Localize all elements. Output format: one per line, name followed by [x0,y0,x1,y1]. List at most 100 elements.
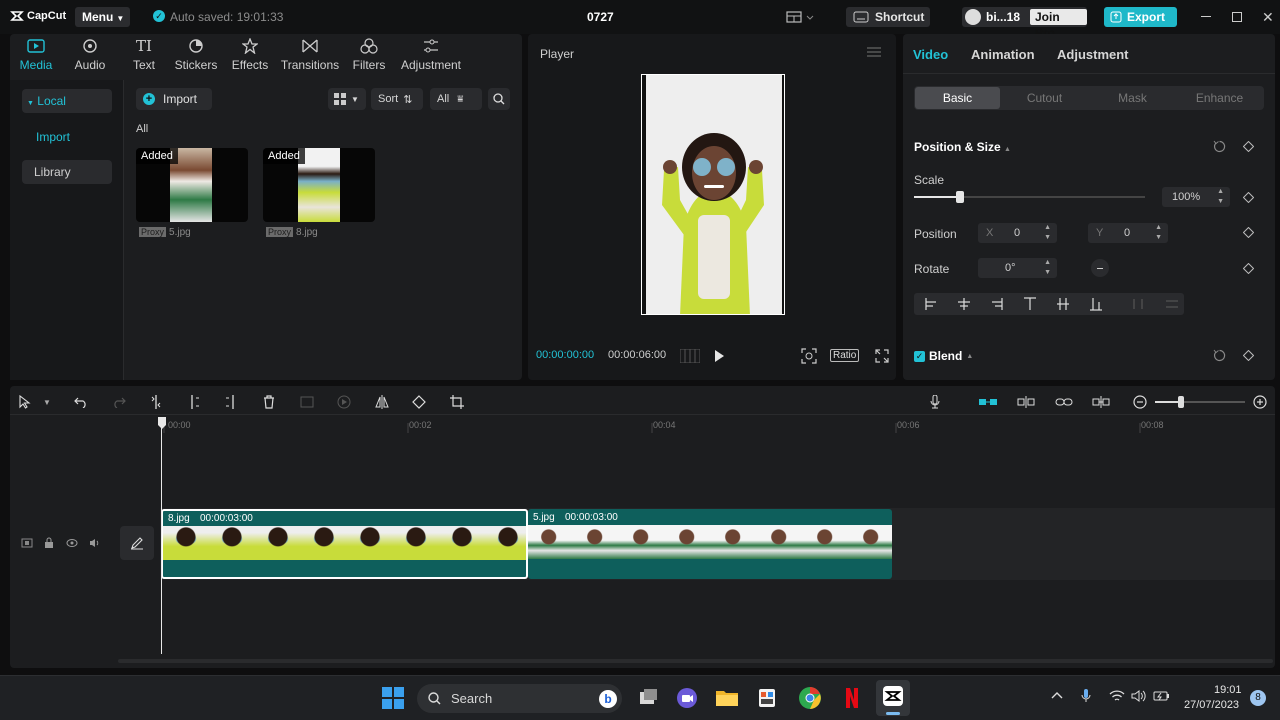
playhead-handle[interactable] [157,417,167,429]
close-icon[interactable]: ✕ [1262,9,1274,26]
zoom-out-icon[interactable] [1131,393,1149,411]
task-view-icon[interactable] [636,686,662,712]
position-x-input[interactable]: X0 ▲ ▼ [978,223,1057,243]
menu-button[interactable]: Menu ▼ [75,7,130,27]
shortcut-button[interactable]: Shortcut [846,7,930,27]
scale-value-input[interactable]: 100% ▲ ▼ [1162,187,1230,207]
minimize-icon[interactable] [1201,16,1211,17]
tab-transitions[interactable]: Transitions [280,36,340,76]
reset-icon[interactable] [1213,140,1226,153]
delete-icon[interactable] [260,393,278,411]
sidebar-item-local[interactable]: ▼ Local [22,89,112,113]
rotate-dial[interactable] [1091,259,1109,277]
auto-snap-icon[interactable] [1017,393,1035,411]
tab-text[interactable]: TI Text [118,36,170,76]
import-button[interactable]: + Import [136,88,212,110]
crop-icon[interactable] [448,393,466,411]
tab-adjustment-inspector[interactable]: Adjustment [1057,47,1129,62]
main-track-magnet-icon[interactable] [979,393,997,411]
volume-icon[interactable] [89,538,101,548]
sidebar-item-library[interactable]: Library [22,160,112,184]
track-cover-icon[interactable] [21,537,33,549]
tab-animation[interactable]: Animation [971,47,1035,62]
microphone-tray-icon[interactable] [1081,688,1091,704]
zoom-slider[interactable] [1155,396,1245,408]
keyframe-icon[interactable] [1243,141,1254,152]
tab-media[interactable]: Media [10,36,62,76]
user-account[interactable]: bi...18 Join Pro [962,7,1087,40]
mirror-icon[interactable] [373,393,391,411]
layout-icon[interactable] [786,10,816,24]
video-preview[interactable] [641,74,785,315]
keyframe-icon[interactable] [1243,227,1254,238]
keyframe-icon[interactable] [1243,350,1254,361]
timeline-clip[interactable]: 5.jpg 00:00:03:00 [528,509,892,579]
select-tool-icon[interactable] [16,393,34,411]
rotate-clip-icon[interactable] [410,393,428,411]
preview-axis-icon[interactable] [1092,393,1110,411]
subtab-cutout[interactable]: Cutout [1002,87,1087,109]
reset-icon[interactable] [1213,349,1226,362]
tab-effects[interactable]: Effects [224,36,276,76]
media-item[interactable]: Added [136,148,248,222]
zoom-in-icon[interactable] [1251,393,1269,411]
undo-icon[interactable] [72,393,90,411]
filter-button[interactable]: All ⩸ [430,88,482,110]
subtab-enhance[interactable]: Enhance [1177,87,1262,109]
rotate-input[interactable]: 0° ▲ ▼ [978,258,1057,278]
export-button[interactable]: Export [1104,7,1177,27]
eye-icon[interactable] [66,538,78,548]
microphone-icon[interactable] [926,393,944,411]
chevron-down-icon[interactable]: ▼ [38,393,56,411]
scale-slider-handle[interactable] [956,191,965,203]
position-y-input[interactable]: Y0 ▲ ▼ [1088,223,1168,243]
playhead-line[interactable] [161,428,162,654]
tab-filters[interactable]: Filters [343,36,395,76]
expand-icon[interactable] [875,349,889,363]
hamburger-menu-icon[interactable] [867,47,881,57]
clock-date[interactable]: 27/07/2023 [1184,699,1239,711]
play-icon[interactable] [714,350,725,362]
subtab-mask[interactable]: Mask [1090,87,1175,109]
windows-start-icon[interactable] [381,686,407,712]
netflix-icon[interactable] [840,686,866,712]
battery-icon[interactable] [1153,689,1171,703]
subtab-basic[interactable]: Basic [915,87,1000,109]
search-button[interactable] [488,88,510,110]
capcut-taskbar-button[interactable] [876,680,910,716]
fullscreen-preview-icon[interactable] [801,348,817,364]
view-mode-button[interactable]: ▼ [328,88,366,110]
scale-slider[interactable] [914,191,1145,203]
timeline-scrollbar[interactable] [118,659,1273,663]
timeline-clip[interactable]: 8.jpg 00:00:03:00 [161,509,528,579]
maximize-icon[interactable] [1232,12,1242,22]
tab-adjustment[interactable]: Adjustment [399,36,463,76]
wifi-icon[interactable] [1109,690,1125,702]
chrome-icon[interactable] [798,686,824,712]
join-pro-button[interactable]: Join Pro [1030,9,1087,40]
sidebar-item-import[interactable]: Import [22,125,112,149]
timecode-list-icon[interactable] [680,349,700,363]
timeline-ruler[interactable] [116,415,1275,435]
lock-icon[interactable] [44,537,54,549]
notification-badge[interactable]: 8 [1250,690,1266,706]
speaker-icon[interactable] [1131,689,1147,703]
edit-cover-button[interactable] [120,526,154,560]
clock-time[interactable]: 19:01 [1214,684,1242,696]
section-blend[interactable]: ✓ Blend ▲ [914,349,973,363]
ratio-button[interactable]: Ratio [830,349,860,362]
app-icon[interactable] [755,686,781,712]
split-right-icon[interactable] [222,393,240,411]
split-left-icon[interactable] [185,393,203,411]
taskbar-search-box[interactable]: Search b [417,684,622,713]
link-icon[interactable] [1055,393,1073,411]
teams-chat-icon[interactable] [675,686,701,712]
split-icon[interactable] [147,393,165,411]
sort-button[interactable]: Sort ⇅ [371,88,423,110]
tab-audio[interactable]: Audio [64,36,116,76]
file-explorer-icon[interactable] [715,686,741,712]
zoom-slider-handle[interactable] [1178,396,1184,408]
section-position-size[interactable]: Position & Size ▲ [914,140,1011,154]
tab-video[interactable]: Video [913,47,948,62]
keyframe-icon[interactable] [1243,192,1254,203]
